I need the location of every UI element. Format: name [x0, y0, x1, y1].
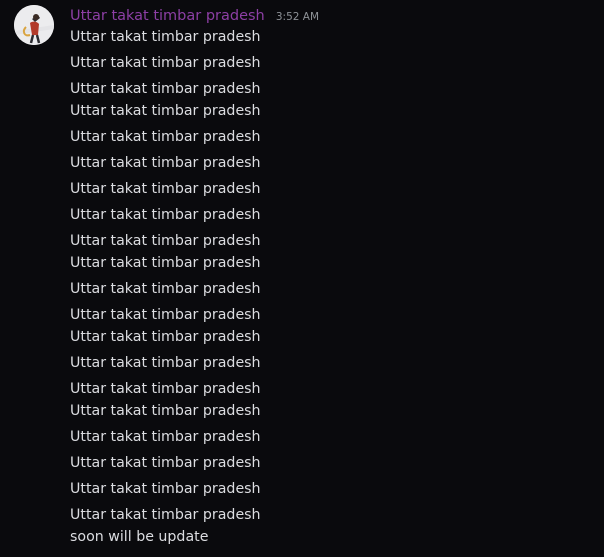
message-line: Uttar takat timbar pradesh: [70, 233, 261, 249]
message-line: Uttar takat timbar pradesh: [70, 281, 261, 297]
message-line: Uttar takat timbar pradesh: [70, 429, 261, 445]
message-line: Uttar takat timbar pradesh: [70, 207, 261, 223]
message-line: Uttar takat timbar pradesh: [70, 129, 261, 145]
chat-message-group: Uttar takat timbar pradesh 3:52 AM Uttar…: [0, 0, 604, 557]
message-line: Uttar takat timbar pradesh: [70, 307, 261, 323]
message-line: Uttar takat timbar pradesh: [70, 103, 261, 119]
user-avatar[interactable]: [14, 5, 54, 45]
message-line: Uttar takat timbar pradesh: [70, 255, 261, 271]
message-line: Uttar takat timbar pradesh: [70, 81, 261, 97]
message-line: Uttar takat timbar pradesh: [70, 403, 261, 419]
message-line: Uttar takat timbar pradesh: [70, 507, 261, 523]
message-timestamp[interactable]: 3:52 AM: [276, 11, 319, 23]
message-line: Uttar takat timbar pradesh: [70, 329, 261, 345]
message-line: Uttar takat timbar pradesh: [70, 29, 261, 45]
author-name[interactable]: Uttar takat timbar pradesh: [70, 8, 265, 24]
message-line: soon will be update: [70, 529, 209, 545]
message-line: Uttar takat timbar pradesh: [70, 155, 261, 171]
message-line: Uttar takat timbar pradesh: [70, 455, 261, 471]
message-line: Uttar takat timbar pradesh: [70, 55, 261, 71]
message-line: Uttar takat timbar pradesh: [70, 381, 261, 397]
message-line: Uttar takat timbar pradesh: [70, 355, 261, 371]
message-line: Uttar takat timbar pradesh: [70, 181, 261, 197]
message-line: Uttar takat timbar pradesh: [70, 481, 261, 497]
message-header: Uttar takat timbar pradesh 3:52 AM: [70, 5, 319, 25]
